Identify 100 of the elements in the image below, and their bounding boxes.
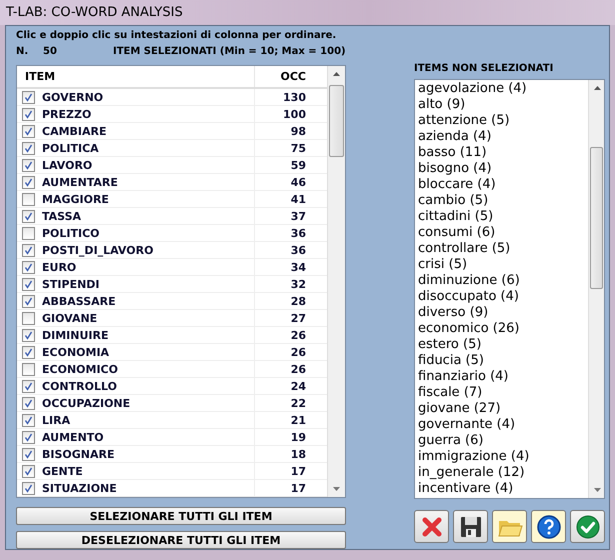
list-item[interactable]: controllare (5) — [418, 241, 588, 257]
list-item[interactable]: giovane (27) — [418, 401, 588, 417]
list-item[interactable]: guerra (6) — [418, 433, 588, 449]
checkbox[interactable] — [22, 482, 35, 494]
list-item[interactable]: economico (26) — [418, 321, 588, 337]
list-item[interactable]: basso (11) — [418, 145, 588, 161]
list-item[interactable]: fiscale (7) — [418, 385, 588, 401]
table-cell-text: 19 — [290, 430, 307, 444]
checkbox[interactable] — [22, 414, 35, 426]
help-icon — [536, 514, 562, 540]
list-item[interactable]: governante (4) — [418, 417, 588, 433]
help-button[interactable] — [531, 510, 566, 543]
column-header[interactable]: OCC — [255, 70, 312, 83]
checkbox[interactable] — [22, 260, 35, 274]
checkbox[interactable] — [22, 244, 35, 256]
list-item[interactable]: fiducia (5) — [418, 353, 588, 369]
scroll-thumb[interactable] — [329, 85, 344, 157]
table-cell-text: 28 — [290, 294, 307, 308]
table-cell: LAVORO — [42, 158, 92, 172]
table-cell-text: 27 — [290, 312, 307, 324]
open-button[interactable] — [492, 510, 527, 543]
checkbox[interactable] — [22, 142, 35, 154]
checkbox[interactable] — [22, 448, 35, 460]
checkbox[interactable] — [22, 396, 35, 410]
table-cell: STIPENDI — [42, 278, 100, 290]
table-cell: AUMENTARE — [42, 176, 118, 188]
list-item[interactable]: immigrazione (4) — [418, 449, 588, 465]
table-cell-text: 46 — [290, 176, 307, 188]
list-item[interactable]: disoccupato (4) — [418, 289, 588, 305]
table-cell: GENTE — [42, 464, 83, 478]
checkbox[interactable] — [22, 158, 35, 172]
list-item[interactable]: estero (5) — [418, 337, 588, 353]
list-item[interactable]: bisogno (4) — [418, 161, 588, 177]
window-title: T-LAB: CO-WORD ANALYSIS — [0, 0, 615, 25]
table-cell: MAGGIORE — [42, 192, 109, 206]
table-cell-text: 17 — [290, 482, 307, 494]
table-cell-text: 130 — [282, 90, 307, 104]
table-cell: DIMINUIRE — [42, 328, 108, 342]
list-item[interactable]: cittadini (5) — [418, 209, 588, 225]
checkbox[interactable] — [22, 346, 35, 358]
checkbox[interactable] — [22, 90, 35, 104]
table-cell: POSTI_DI_LAVORO — [42, 244, 154, 256]
scroll-up-icon[interactable] — [333, 72, 340, 76]
table-cell: AUMENTO — [42, 430, 104, 444]
scroll-down-icon[interactable] — [333, 487, 340, 491]
list-item[interactable]: agevolazione (4) — [418, 81, 588, 97]
list-item[interactable]: finanziario (4) — [418, 369, 588, 385]
hint-text: Clic e doppio clic su intestazioni di colonna per ordinare. — [16, 30, 338, 41]
checkbox[interactable] — [22, 430, 35, 444]
table-cell-text: 75 — [290, 142, 307, 154]
list-item[interactable]: cambio (5) — [418, 193, 588, 209]
table-cell-text: 21 — [290, 414, 307, 426]
list-item[interactable]: alto (9) — [418, 97, 588, 113]
checkbox[interactable] — [22, 124, 35, 138]
table-cell-text: 17 — [290, 464, 307, 478]
save-button[interactable] — [453, 510, 488, 543]
list-title: ITEMS NON SELEZIONATI — [414, 63, 554, 76]
list-item[interactable]: diminuzione (6) — [418, 273, 588, 289]
list-item[interactable]: in_generale (12) — [418, 465, 588, 481]
checkbox[interactable] — [22, 176, 35, 188]
scrollbar[interactable] — [588, 80, 604, 498]
checkbox[interactable] — [22, 210, 35, 222]
cancel-button[interactable] — [414, 510, 449, 543]
list-item[interactable]: consumi (6) — [418, 225, 588, 241]
list-item[interactable]: azienda (4) — [418, 129, 588, 145]
checkbox[interactable] — [22, 328, 35, 342]
checkbox[interactable] — [22, 192, 35, 206]
table-cell: TASSA — [42, 210, 82, 222]
checkbox[interactable] — [22, 380, 35, 392]
ok-button[interactable] — [570, 510, 605, 543]
scroll-down-icon[interactable] — [594, 488, 601, 492]
scroll-up-icon[interactable] — [594, 86, 601, 90]
list-item[interactable]: incentivare (4) — [418, 481, 588, 497]
table-cell-text: 59 — [290, 158, 307, 172]
list-item[interactable]: diverso (9) — [418, 305, 588, 321]
table-cell: SITUAZIONE — [42, 482, 117, 494]
list-item[interactable]: bloccare (4) — [418, 177, 588, 193]
checkbox[interactable] — [22, 312, 35, 324]
scroll-thumb[interactable] — [590, 147, 603, 289]
checkbox[interactable] — [22, 464, 35, 478]
table-cell-text: 22 — [290, 396, 307, 410]
scrollbar[interactable] — [327, 66, 345, 497]
table-cell-text: 100 — [282, 108, 307, 120]
select-button[interactable]: DESELEZIONARE TUTTI GLI ITEM — [16, 531, 346, 549]
table-cell: ECONOMICO — [42, 362, 118, 376]
confirm-icon — [574, 514, 600, 540]
select-button[interactable]: SELEZIONARE TUTTI GLI ITEM — [16, 507, 346, 525]
column-header[interactable]: ITEM — [17, 66, 255, 87]
checkbox[interactable] — [22, 226, 35, 240]
table-cell-text: 24 — [290, 380, 307, 392]
table-cell-text: 26 — [290, 346, 307, 358]
list-item[interactable]: crisi (5) — [418, 257, 588, 273]
table-cell: GOVERNO — [42, 90, 104, 104]
table-cell-text: 41 — [290, 192, 307, 206]
table-cell: ECONOMIA — [42, 346, 110, 358]
list-item[interactable]: attenzione (5) — [418, 113, 588, 129]
checkbox[interactable] — [22, 108, 35, 120]
checkbox[interactable] — [22, 362, 35, 376]
checkbox[interactable] — [22, 278, 35, 290]
checkbox[interactable] — [22, 294, 35, 308]
